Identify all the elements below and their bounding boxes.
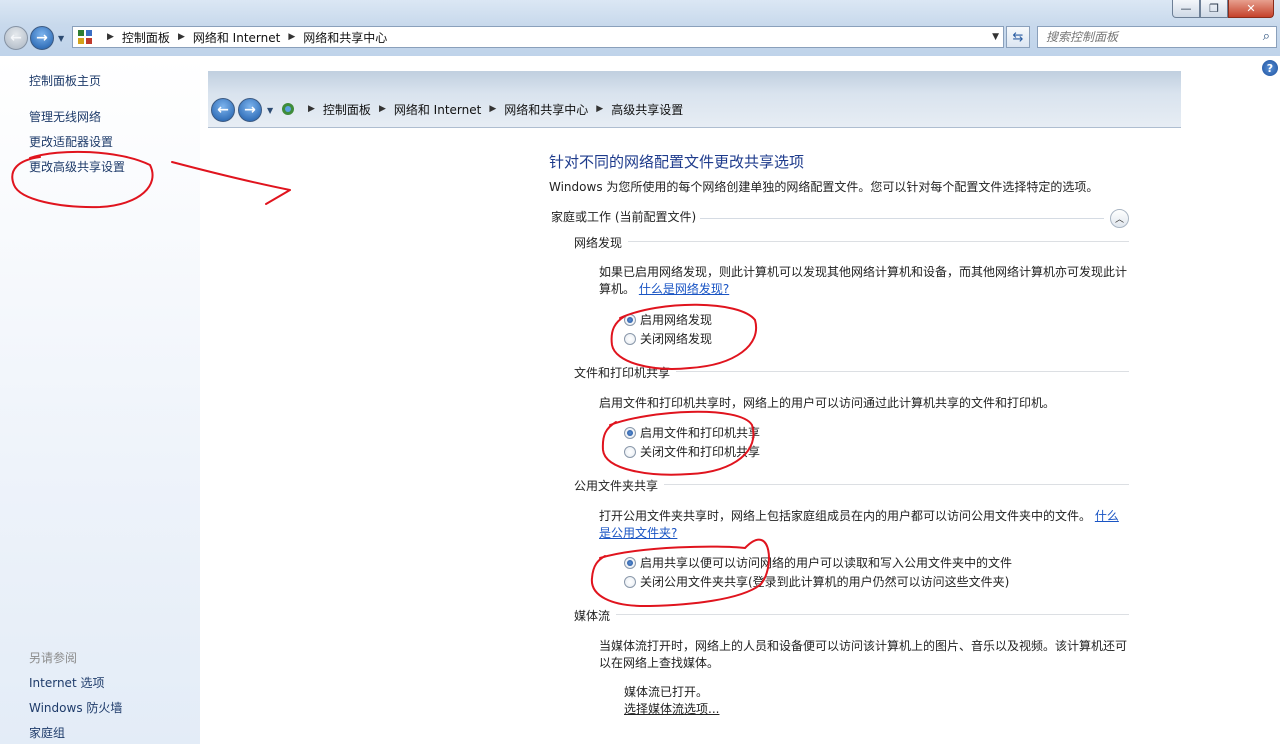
forward-arrow-icon: →: [36, 30, 48, 46]
breadcrumb-item[interactable]: 网络和 Internet: [193, 29, 280, 46]
radio-unselected-icon[interactable]: [624, 332, 636, 345]
back-button[interactable]: ←: [4, 26, 28, 50]
section-description: 当媒体流打开时，网络上的人员和设备便可以访问该计算机上的图片、音乐以及视频。该计…: [599, 639, 1128, 670]
radio-unselected-icon[interactable]: [624, 575, 636, 588]
breadcrumb-item[interactable]: 网络和共享中心: [303, 29, 387, 46]
breadcrumb-item[interactable]: 网络和共享中心: [504, 101, 588, 118]
radio-selected-icon[interactable]: [624, 556, 636, 569]
window-titlebar: — ❐ ✕ ← → ▼ ▶ 控制面板 ▶ 网络和 Internet ▶ 网络和共…: [0, 0, 1280, 56]
search-input[interactable]: [1046, 30, 1246, 44]
inner-forward-button[interactable]: →: [238, 98, 262, 122]
help-icon[interactable]: ?: [1262, 60, 1278, 76]
divider: [574, 614, 1129, 615]
breadcrumb-item[interactable]: 高级共享设置: [611, 101, 683, 118]
inner-explorer-bar: ← → ▼ ▶ 控制面板 ▶ 网络和 Internet ▶ 网络和共享中心 ▶ …: [208, 71, 1181, 128]
what-is-network-discovery-link[interactable]: 什么是网络发现?: [639, 282, 729, 296]
network-icon: [282, 103, 294, 115]
radio-selected-icon[interactable]: [624, 313, 636, 326]
see-also-heading: 另请参阅: [29, 651, 78, 665]
radio-disable-public-folder[interactable]: 关闭公用文件夹共享(登录到此计算机的用户仍然可以访问这些文件夹): [624, 573, 1009, 590]
internet-options-link[interactable]: Internet 选项: [29, 674, 104, 691]
inner-back-button[interactable]: ←: [211, 98, 235, 122]
control-panel-icon: [78, 30, 92, 44]
back-arrow-icon: ←: [217, 102, 229, 118]
page-intro: Windows 为您所使用的每个网络创建单独的网络配置文件。您可以针对每个配置文…: [549, 180, 1099, 194]
breadcrumb-separator-icon: ▶: [308, 104, 315, 114]
radio-disable-discovery[interactable]: 关闭网络发现: [624, 330, 712, 347]
close-button[interactable]: ✕: [1228, 0, 1274, 18]
description-text: 打开公用文件夹共享时，网络上包括家庭组成员在内的用户都可以访问公用文件夹中的文件…: [599, 509, 1092, 523]
control-panel-home-link[interactable]: 控制面板主页: [29, 72, 101, 89]
maximize-button[interactable]: ❐: [1200, 0, 1228, 18]
forward-arrow-icon: →: [244, 102, 256, 118]
divider: [700, 218, 1104, 219]
section-title: 网络发现: [574, 234, 629, 251]
breadcrumb-item[interactable]: 网络和 Internet: [394, 101, 481, 118]
change-advanced-sharing-link[interactable]: 更改高级共享设置: [29, 158, 125, 175]
breadcrumb-separator-icon[interactable]: ▶: [596, 104, 603, 114]
recent-pages-dropdown-icon[interactable]: ▼: [58, 34, 64, 43]
breadcrumb-item[interactable]: 控制面板: [323, 101, 371, 118]
section-description: 启用文件和打印机共享时，网络上的用户可以访问通过此计算机共享的文件和打印机。: [599, 396, 1056, 410]
windows-firewall-link[interactable]: Windows 防火墙: [29, 699, 122, 716]
homegroup-link[interactable]: 家庭组: [29, 724, 65, 741]
breadcrumb-separator-icon[interactable]: ▶: [379, 104, 386, 114]
manage-wireless-link[interactable]: 管理无线网络: [29, 108, 101, 125]
choose-media-options-link[interactable]: 选择媒体流选项...: [624, 700, 719, 717]
collapse-chevron-icon[interactable]: ︿: [1110, 209, 1129, 228]
radio-label: 启用共享以便可以访问网络的用户可以读取和写入公用文件夹中的文件: [640, 556, 1013, 570]
radio-disable-file-sharing[interactable]: 关闭文件和打印机共享: [624, 443, 760, 460]
radio-label: 启用网络发现: [640, 313, 713, 327]
search-box[interactable]: ⌕: [1037, 26, 1277, 48]
section-description: 打开公用文件夹共享时，网络上包括家庭组成员在内的用户都可以访问公用文件夹中的文件…: [599, 508, 1129, 542]
search-icon[interactable]: ⌕: [1263, 29, 1270, 44]
media-status-text: 媒体流已打开。: [624, 685, 709, 699]
section-description: 如果已启用网络发现，则此计算机可以发现其他网络计算机和设备，而其他网络计算机亦可…: [599, 264, 1129, 298]
radio-selected-icon[interactable]: [624, 426, 636, 439]
address-bar[interactable]: ▶ 控制面板 ▶ 网络和 Internet ▶ 网络和共享中心 ▼: [72, 26, 1004, 48]
refresh-button[interactable]: ⇆: [1006, 26, 1030, 48]
window-controls: — ❐ ✕: [1172, 0, 1274, 18]
breadcrumb: ▶ 控制面板 ▶ 网络和 Internet ▶ 网络和共享中心: [99, 29, 387, 46]
section-title: 公用文件夹共享: [574, 477, 665, 494]
inner-breadcrumb: ▶ 控制面板 ▶ 网络和 Internet ▶ 网络和共享中心 ▶ 高级共享设置: [280, 98, 683, 120]
minimize-button[interactable]: —: [1172, 0, 1200, 18]
radio-label: 关闭网络发现: [640, 332, 713, 346]
radio-enable-file-sharing[interactable]: 启用文件和打印机共享: [624, 424, 760, 441]
section-title: 文件和打印机共享: [574, 364, 677, 381]
profile-header[interactable]: 家庭或工作 (当前配置文件): [551, 208, 696, 225]
recent-pages-dropdown-icon[interactable]: ▼: [267, 106, 273, 115]
change-adapter-settings-link[interactable]: 更改适配器设置: [29, 133, 113, 150]
page-title: 针对不同的网络配置文件更改共享选项: [549, 153, 805, 171]
radio-enable-discovery[interactable]: 启用网络发现: [624, 311, 712, 328]
radio-label: 关闭公用文件夹共享(登录到此计算机的用户仍然可以访问这些文件夹): [640, 575, 1010, 589]
radio-enable-public-folder[interactable]: 启用共享以便可以访问网络的用户可以读取和写入公用文件夹中的文件: [624, 554, 1012, 571]
breadcrumb-separator-icon: ▶: [107, 32, 114, 42]
breadcrumb-item[interactable]: 控制面板: [122, 29, 170, 46]
address-dropdown-icon[interactable]: ▼: [992, 32, 999, 42]
radio-label: 启用文件和打印机共享: [640, 426, 761, 440]
breadcrumb-separator-icon[interactable]: ▶: [489, 104, 496, 114]
back-arrow-icon: ←: [10, 30, 22, 46]
section-title: 媒体流: [574, 607, 617, 624]
forward-button[interactable]: →: [30, 26, 54, 50]
breadcrumb-separator-icon[interactable]: ▶: [178, 32, 185, 42]
radio-label: 关闭文件和打印机共享: [640, 445, 761, 459]
breadcrumb-separator-icon[interactable]: ▶: [288, 32, 295, 42]
divider: [574, 241, 1129, 242]
refresh-icon: ⇆: [1012, 29, 1024, 45]
radio-unselected-icon[interactable]: [624, 445, 636, 458]
